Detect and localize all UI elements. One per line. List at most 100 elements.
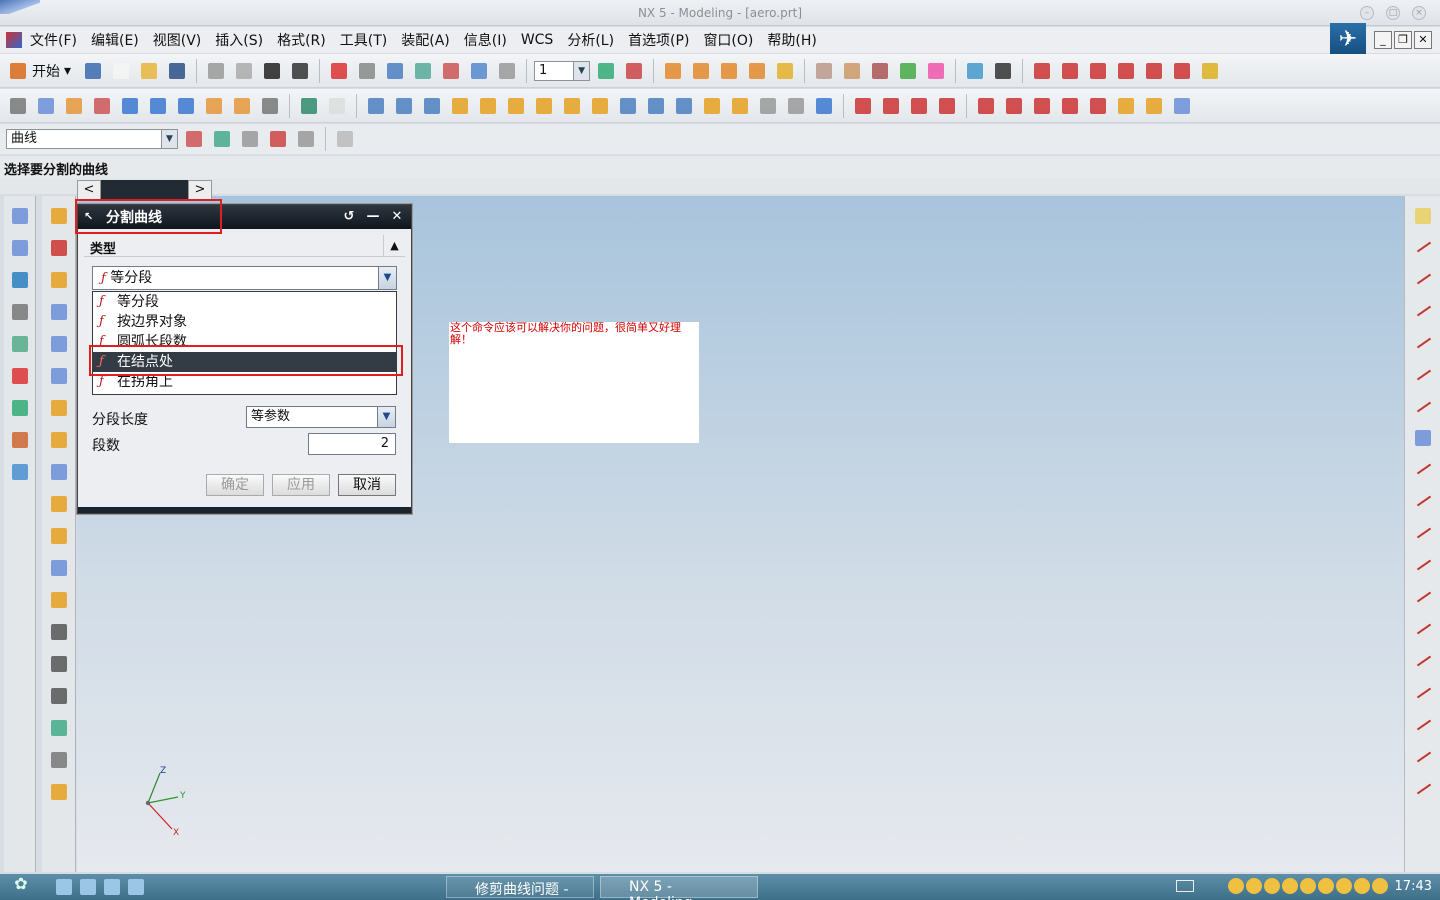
circle-point-icon[interactable]: [1410, 616, 1436, 642]
orient-icon[interactable]: [411, 59, 435, 83]
cancel-button[interactable]: 取消: [338, 474, 396, 496]
menu-view[interactable]: 视图(V): [153, 30, 202, 50]
arc-icon[interactable]: [879, 94, 903, 118]
menu-file[interactable]: 文件(F): [30, 30, 77, 50]
pattern-icon[interactable]: [700, 94, 724, 118]
n-sided-icon[interactable]: [47, 396, 71, 420]
chevron-up-icon[interactable]: ▲: [383, 235, 405, 257]
taskbar-item-browser[interactable]: 修剪曲线问题 - ...: [446, 876, 594, 900]
menu-edit[interactable]: 编辑(E): [91, 30, 139, 50]
sweep-icon[interactable]: [90, 94, 114, 118]
datum-plane-icon[interactable]: [297, 94, 321, 118]
undo-icon[interactable]: [288, 59, 312, 83]
desktop-icon[interactable]: [80, 879, 96, 895]
tray-icon-1[interactable]: [1228, 878, 1244, 894]
doc-close-button[interactable]: ✕: [1414, 31, 1432, 49]
extend-icon[interactable]: [1410, 552, 1436, 578]
web-browser-icon[interactable]: [8, 268, 32, 292]
ok-button[interactable]: 确定: [206, 474, 264, 496]
trim-body-icon[interactable]: [616, 94, 640, 118]
object-display-icon[interactable]: [47, 748, 71, 772]
circle-icon[interactable]: [907, 94, 931, 118]
paste-icon[interactable]: [232, 59, 256, 83]
close-dialog-icon[interactable]: ✕: [387, 208, 407, 226]
polygon-icon[interactable]: [974, 94, 998, 118]
line-angle-icon[interactable]: [1410, 266, 1436, 292]
bounded-plane-icon[interactable]: [47, 428, 71, 452]
reuse-library-icon[interactable]: [8, 332, 32, 356]
thicken-icon[interactable]: [728, 94, 752, 118]
circle-center-icon[interactable]: [1410, 648, 1436, 674]
move-face-icon[interactable]: [812, 94, 836, 118]
roles-icon[interactable]: [8, 428, 32, 452]
parallel-line-icon[interactable]: [1410, 298, 1436, 324]
delete-icon[interactable]: [260, 59, 284, 83]
wcs-icon[interactable]: [594, 59, 618, 83]
previous-arrow-icon[interactable]: <: [77, 180, 101, 200]
collapse-dialog-icon[interactable]: —: [363, 208, 383, 226]
mesh-icon[interactable]: [47, 332, 71, 356]
deselect-icon[interactable]: [238, 127, 262, 151]
assembly-icon[interactable]: [717, 59, 741, 83]
part-navigator-icon[interactable]: [8, 236, 32, 260]
curve-analysis-icon[interactable]: [1030, 59, 1054, 83]
extrude-icon[interactable]: [34, 94, 58, 118]
explode-icon[interactable]: [773, 59, 797, 83]
inflection-icon[interactable]: [1142, 59, 1166, 83]
chamfer-icon[interactable]: [476, 94, 500, 118]
offset-curve-icon[interactable]: [1030, 94, 1054, 118]
media-icon[interactable]: [104, 879, 120, 895]
menu-tools[interactable]: 工具(T): [340, 30, 387, 50]
tray-icon-4[interactable]: [1282, 878, 1298, 894]
tangent-line-icon[interactable]: [1410, 362, 1436, 388]
point-icon[interactable]: [622, 59, 646, 83]
segments-input[interactable]: 2: [308, 433, 396, 455]
continuity-icon[interactable]: [1198, 59, 1222, 83]
system-scene-icon[interactable]: [8, 460, 32, 484]
apply-button[interactable]: 应用: [272, 474, 330, 496]
constraint-icon[interactable]: [745, 59, 769, 83]
studio-surface-icon[interactable]: [47, 588, 71, 612]
doc-restore-button[interactable]: ❐: [1394, 31, 1412, 49]
menu-information[interactable]: 信息(I): [464, 30, 507, 50]
doc-minimize-button[interactable]: _: [1374, 31, 1392, 49]
tray-icon-9[interactable]: [1372, 878, 1388, 894]
hole-icon[interactable]: [202, 94, 226, 118]
trim-curve-icon[interactable]: [1002, 94, 1026, 118]
cylinder-icon[interactable]: [146, 94, 170, 118]
subtract-icon[interactable]: [392, 94, 416, 118]
x-form-icon[interactable]: [47, 492, 71, 516]
spline-curve-icon[interactable]: [935, 94, 959, 118]
menu-insert[interactable]: 插入(S): [215, 30, 263, 50]
bisect-line-icon[interactable]: [1410, 394, 1436, 420]
menu-help[interactable]: 帮助(H): [767, 30, 816, 50]
chevron-down-icon[interactable]: ▼: [377, 407, 395, 427]
enlarge-icon[interactable]: [47, 556, 71, 580]
option-by-bounding-objects[interactable]: ƒ 按边界对象: [93, 312, 396, 332]
analysis-color-icon[interactable]: [896, 59, 920, 83]
zoom-box-icon[interactable]: [355, 59, 379, 83]
unite-icon[interactable]: [364, 94, 388, 118]
layer-settings-icon[interactable]: [47, 716, 71, 740]
palette-icon[interactable]: [8, 364, 32, 388]
taskbar-item-nx[interactable]: NX 5 - Modeling...: [600, 876, 758, 900]
arc-tool-icon[interactable]: [1410, 456, 1436, 482]
menu-preferences[interactable]: 首选项(P): [628, 30, 689, 50]
menu-window[interactable]: 窗口(O): [703, 30, 753, 50]
tray-icon-5[interactable]: [1300, 878, 1316, 894]
curvature-icon[interactable]: [1086, 59, 1110, 83]
measure-distance-icon[interactable]: [812, 59, 836, 83]
shell-icon[interactable]: [504, 94, 528, 118]
scale-icon[interactable]: [588, 94, 612, 118]
part-icon[interactable]: [661, 59, 685, 83]
option-equal-segments[interactable]: ƒ 等分段: [93, 292, 396, 312]
arc-tangent-icon[interactable]: [1410, 488, 1436, 514]
circle-radius-icon[interactable]: [1410, 680, 1436, 706]
tray-icon-3[interactable]: [1264, 878, 1280, 894]
save-icon[interactable]: [165, 59, 189, 83]
sew-icon[interactable]: [756, 94, 780, 118]
boss-icon[interactable]: [230, 94, 254, 118]
point-on-circle-icon[interactable]: [1410, 712, 1436, 738]
line-icon[interactable]: [851, 94, 875, 118]
component-icon[interactable]: [689, 59, 713, 83]
